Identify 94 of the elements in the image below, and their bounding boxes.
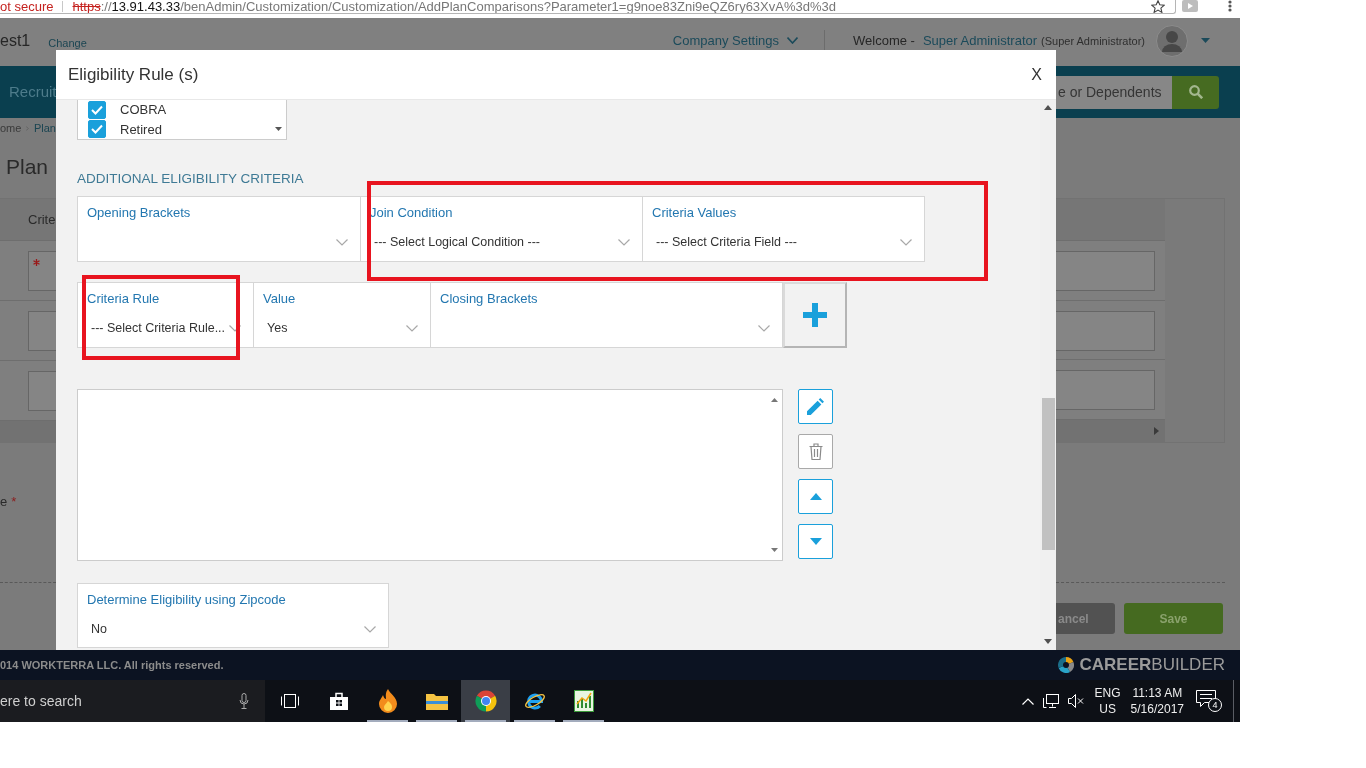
segmented-circle-icon (1057, 657, 1074, 673)
triangle-down-icon[interactable] (771, 548, 778, 552)
monitor-icon[interactable] (1042, 694, 1059, 708)
required-mark: * (11, 494, 17, 510)
select-field[interactable]: No (90, 619, 376, 639)
menu-icon[interactable] (1228, 0, 1232, 12)
field-label: Determine Eligibility using Zipcode (87, 592, 286, 608)
notifications-button[interactable]: 4 (1196, 690, 1222, 712)
input-field[interactable] (28, 371, 56, 411)
search-button[interactable] (1172, 75, 1219, 109)
chevron-down-icon (618, 238, 630, 246)
clock-date[interactable]: 5/16/2017 (1130, 701, 1184, 717)
field-label: e (0, 494, 8, 510)
column-header: Crite (28, 212, 56, 227)
search-field[interactable]: ere to search (0, 680, 232, 722)
field-label: Value (263, 291, 296, 307)
url-text: https://13.91.43.33/benAdmin/Customization/Customization/AddPlanComparisons?Parameter1=g9noe83Zni9eQZ6ry63XvA%3d%3d (72, 0, 836, 13)
shopping-bag-icon (329, 692, 348, 710)
search-icon (1188, 85, 1203, 99)
message-icon (1196, 690, 1216, 708)
security-warning[interactable]: ot secure (0, 0, 54, 13)
chevron-down-icon (364, 625, 376, 633)
account-name: est1 (0, 31, 31, 50)
move-down-button[interactable] (798, 524, 833, 559)
status-list-box[interactable]: COBRA Retired (77, 100, 287, 140)
triangle-up-icon[interactable] (1044, 105, 1052, 110)
trash-icon (808, 443, 823, 460)
select-field[interactable]: --- Select Logical Condition --- (373, 232, 630, 252)
breadcrumb-text: ome (0, 122, 22, 134)
flame-icon (378, 689, 397, 713)
avatar-icon[interactable] (1156, 24, 1188, 57)
chevron-down-icon (406, 324, 418, 332)
microphone-icon (239, 693, 249, 709)
search-field[interactable]: e or Dependents (1056, 75, 1172, 109)
user-role: (Super Administrator) (1041, 34, 1145, 47)
language-label[interactable]: ENG (1094, 685, 1121, 701)
star-icon[interactable] (1151, 0, 1165, 13)
horizontal-scrollbar[interactable] (1056, 420, 1165, 442)
page-title: Plan (6, 154, 50, 180)
triangle-right-icon[interactable] (1154, 427, 1159, 436)
chart-document-icon (573, 690, 594, 712)
pencil-icon (807, 398, 824, 415)
chevron-down-icon (229, 324, 242, 332)
triangle-down-icon[interactable] (275, 127, 282, 131)
chevron-down-icon (787, 37, 798, 44)
triangle-up-icon[interactable] (771, 398, 778, 402)
checkbox[interactable] (88, 120, 106, 139)
triangle-down-icon (809, 538, 822, 545)
plus-icon (803, 303, 827, 327)
input-field[interactable] (1056, 310, 1155, 351)
folder-icon (425, 692, 448, 710)
add-button[interactable] (783, 282, 847, 348)
welcome-label: Welcome - (853, 33, 915, 48)
close-button[interactable]: X (1031, 65, 1042, 84)
checkbox-label: Retired (120, 121, 162, 137)
speaker-muted-icon[interactable] (1067, 694, 1084, 708)
extension-icon[interactable] (1182, 0, 1198, 12)
select-field[interactable]: --- Select Criteria Rule... (90, 318, 241, 338)
field-label: Criteria Values (652, 205, 737, 221)
chevron-down-icon (900, 238, 912, 246)
input-field[interactable] (1056, 250, 1155, 291)
field-label: Opening Brackets (87, 205, 191, 221)
edit-button[interactable] (798, 389, 833, 424)
move-up-button[interactable] (798, 479, 833, 514)
horizontal-scrollbar[interactable] (0, 421, 56, 443)
chevron-down-icon (336, 238, 348, 246)
input-field[interactable] (1056, 370, 1155, 411)
region-label[interactable]: US (1099, 701, 1116, 717)
checkbox-label: COBRA (120, 102, 167, 118)
round-emblem-icon (474, 690, 497, 712)
taskbar-button[interactable] (461, 680, 510, 722)
triangle-down-icon[interactable] (1044, 639, 1052, 644)
chevron-down-icon (758, 324, 770, 332)
field-label: Join Condition (370, 205, 453, 221)
copyright-text: 014 WORKTERRA LLC. All rights reserved. (0, 659, 224, 671)
field-label: Closing Brackets (440, 291, 538, 307)
input-field[interactable] (28, 311, 56, 351)
input-field[interactable] (28, 251, 56, 291)
select-field[interactable]: --- Select Criteria Field --- (655, 232, 912, 252)
stacked-windows-icon (280, 694, 299, 708)
asterisk-icon (33, 259, 40, 266)
checkbox[interactable] (88, 100, 106, 119)
caret-down-icon[interactable] (1201, 38, 1210, 43)
dialog-title: Eligibility Rule (s) (68, 64, 199, 85)
clock-time[interactable]: 11:13 AM (1132, 685, 1183, 701)
select-field[interactable]: Yes (266, 318, 418, 338)
address-field[interactable]: ot secure https://13.91.43.33/benAdmin/Customization/Customization/AddPlanComparisons?Parameter1=g9noe83Zni9eQZ6ry63XvA%3d%3d (0, 0, 1176, 14)
field-label: Criteria Rule (87, 291, 160, 307)
section-heading: ADDITIONAL ELIGIBILITY CRITERIA (77, 171, 304, 187)
logo-text: CAREERBUILDER (1079, 655, 1225, 675)
scrollbar-thumb[interactable] (1041, 398, 1055, 550)
notification-count: 4 (1208, 698, 1222, 712)
chevron-up-icon[interactable] (1021, 697, 1034, 705)
triangle-up-icon (809, 493, 822, 500)
